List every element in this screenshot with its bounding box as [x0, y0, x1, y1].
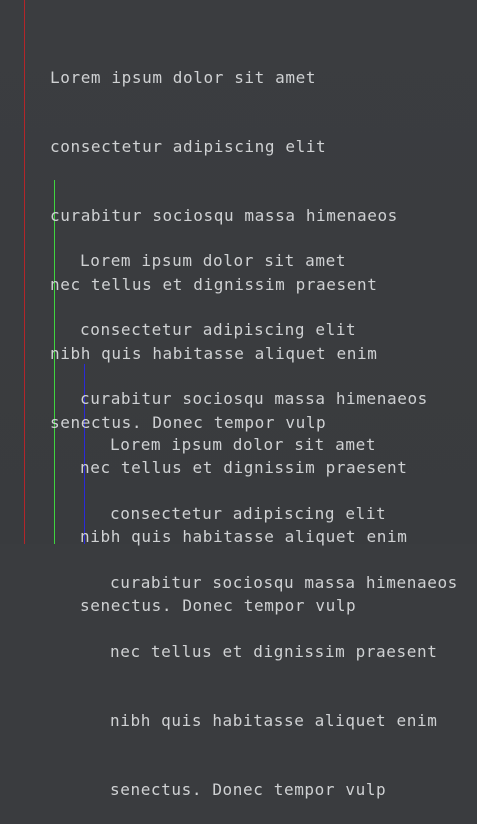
text-line: curabitur sociosqu massa himenaeos	[110, 573, 458, 592]
text-line: nibh quis habitasse aliquet enim	[110, 711, 438, 730]
text-line: senectus. Donec tempor vulp	[110, 780, 387, 799]
text-line: Lorem ipsum dolor sit amet	[80, 251, 347, 270]
indent-guide-level-1	[24, 0, 25, 544]
text-line: nec tellus et dignissim praesent	[110, 642, 438, 661]
text-line: Lorem ipsum dolor sit amet	[110, 435, 377, 454]
text-line: consectetur adipiscing elit	[80, 320, 357, 339]
text-line: Lorem ipsum dolor sit amet	[50, 68, 317, 87]
text-block-level-3: Lorem ipsum dolor sit amet consectetur a…	[110, 387, 458, 824]
text-line: consectetur adipiscing elit	[110, 504, 387, 523]
text-line: consectetur adipiscing elit	[50, 137, 327, 156]
